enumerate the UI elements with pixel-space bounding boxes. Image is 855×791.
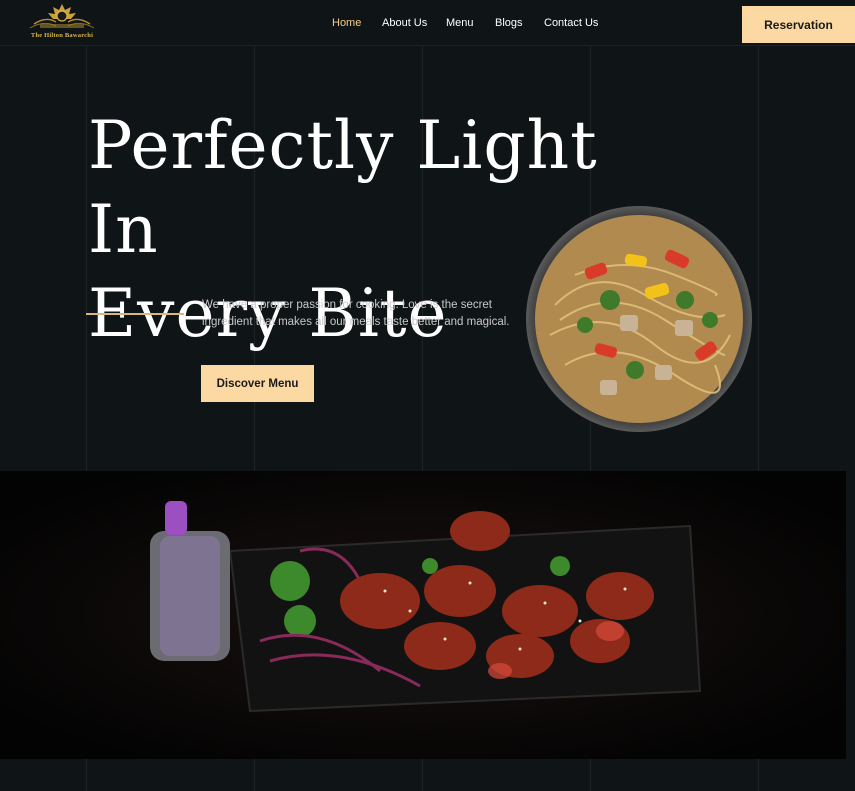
- hero-description: We have a proper passion for cooking. Lo…: [202, 299, 510, 328]
- noodle-bowl-image: [526, 206, 752, 432]
- discover-menu-button[interactable]: Discover Menu: [201, 365, 314, 402]
- nav-item-contact-us[interactable]: Contact Us: [544, 17, 598, 29]
- reservation-button[interactable]: Reservation: [742, 6, 855, 43]
- nav-item-blogs[interactable]: Blogs: [495, 17, 523, 29]
- hero-title-line-1: Perfectly Light In: [88, 107, 598, 268]
- nav-item-about-us[interactable]: About Us: [382, 17, 427, 29]
- nav-item-home[interactable]: Home: [332, 17, 361, 29]
- crown-emblem-icon: [29, 4, 95, 29]
- logo-text: The Hilton Bawarchi: [30, 32, 94, 39]
- logo[interactable]: The Hilton Bawarchi: [26, 2, 98, 46]
- food-banner-image: [0, 471, 846, 759]
- decorative-divider: [86, 313, 184, 315]
- site-header: The Hilton Bawarchi Home About Us Menu B…: [0, 0, 855, 46]
- nav-item-menu[interactable]: Menu: [446, 17, 474, 29]
- chili-dish-image: [0, 471, 846, 759]
